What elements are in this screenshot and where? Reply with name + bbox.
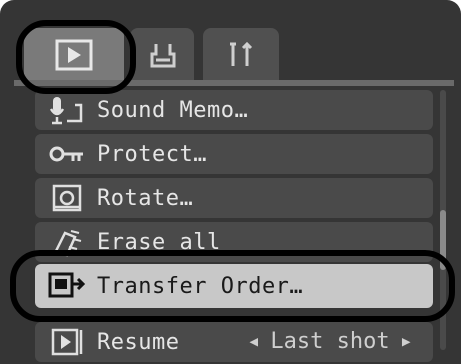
menu-item-label: Sound Memo… [97, 97, 249, 123]
tab-highlight-ring [16, 20, 136, 94]
camera-menu-panel: Sound Memo… Protect… Rotate… Erase all T… [0, 0, 461, 364]
tab-setup[interactable] [203, 28, 279, 80]
print-icon [148, 40, 178, 70]
menu-item-label: Resume [97, 329, 180, 355]
menu-item-protect[interactable]: Protect… [35, 134, 433, 174]
resume-icon [47, 326, 87, 358]
key-icon [47, 138, 87, 170]
resume-value[interactable]: ◂ Last shot ▸ [230, 322, 430, 360]
tools-icon [227, 40, 257, 70]
resume-value-label: Last shot [270, 328, 390, 354]
microphone-icon [47, 94, 87, 126]
menu-item-rotate[interactable]: Rotate… [35, 178, 433, 218]
right-arrow-icon: ▸ [399, 328, 413, 354]
item-highlight-ring [10, 250, 455, 322]
tab-print[interactable] [130, 28, 194, 80]
rotate-icon [47, 182, 87, 214]
menu-item-sound-memo[interactable]: Sound Memo… [35, 90, 433, 130]
left-arrow-icon: ◂ [247, 328, 261, 354]
menu-item-label: Protect… [97, 141, 207, 167]
menu-item-label: Rotate… [97, 185, 194, 211]
